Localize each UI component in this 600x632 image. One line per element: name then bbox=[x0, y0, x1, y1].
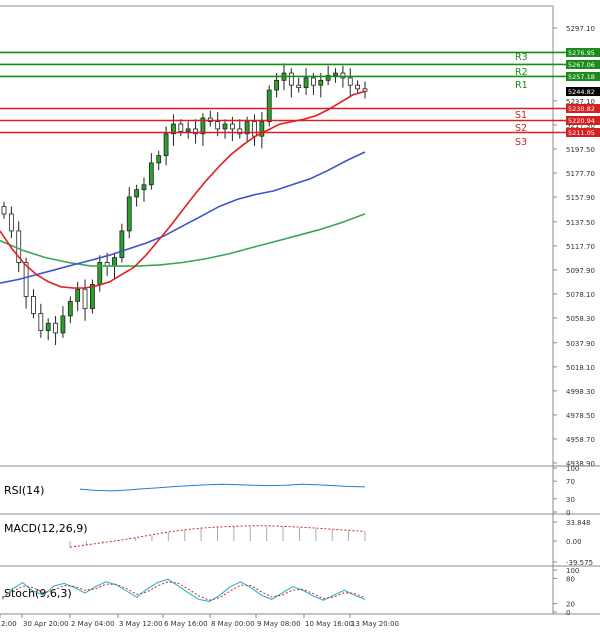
time-axis: 2:00 30 Apr 20:00 2 May 04:00 3 May 12:00 6 … bbox=[0, 614, 399, 628]
candle bbox=[296, 84, 302, 89]
candle bbox=[274, 79, 279, 91]
rsi-axis: 100 70 30 0 bbox=[553, 465, 579, 517]
indicator-tick-label: 0 bbox=[566, 509, 570, 517]
rsi-line bbox=[79, 483, 366, 492]
level-name-r3: R3 bbox=[515, 52, 528, 63]
level-name-r1: R1 bbox=[515, 80, 528, 91]
indicator-tick-label: 70 bbox=[566, 478, 575, 486]
time-tick-label: 13 May 20:00 bbox=[351, 620, 399, 628]
candle bbox=[266, 89, 272, 123]
time-tick-label: 2:00 bbox=[1, 620, 17, 628]
pivot-levels: 5276.95R35267.06R2 5257.18R15230.82S1 5220… bbox=[0, 47, 600, 148]
candle bbox=[60, 315, 66, 334]
price-tick-label: 5037.90 bbox=[566, 340, 595, 348]
stoch-label: Stoch(9,6,3) bbox=[4, 587, 72, 600]
candle bbox=[163, 133, 169, 157]
candle bbox=[355, 84, 361, 90]
ma-blue-line bbox=[0, 151, 366, 284]
macd-histogram bbox=[69, 526, 366, 548]
candle bbox=[333, 72, 338, 76]
price-tick-label: 5157.90 bbox=[566, 194, 595, 202]
stoch-axis: 10080 200 bbox=[553, 567, 579, 617]
candle bbox=[311, 77, 316, 86]
time-tick-label: 30 Apr 20:00 bbox=[23, 620, 69, 628]
candle bbox=[288, 72, 294, 86]
indicator-tick-label: 80 bbox=[566, 575, 575, 583]
candle bbox=[252, 121, 257, 137]
level-value-s2: 5220.94 bbox=[568, 117, 595, 125]
price-tick-label: 4978.50 bbox=[566, 412, 595, 420]
price-tick-label: 5097.90 bbox=[566, 267, 595, 275]
indicator-tick-label: 100 bbox=[566, 465, 579, 473]
chart-canvas: 5297.105276.955257.185237.105217.305197.… bbox=[0, 5, 600, 628]
candle bbox=[126, 196, 132, 232]
level-value-r2: 5267.06 bbox=[568, 61, 595, 69]
stoch-panel: Stoch(9,6,3) 10080 200 bbox=[0, 566, 600, 617]
current-price-marker: 5244.82 bbox=[566, 87, 600, 96]
candle bbox=[134, 189, 140, 198]
rsi-panel: RSI(14) 100 70 30 0 bbox=[0, 465, 600, 517]
price-tick-label: 5078.10 bbox=[566, 291, 595, 299]
candle bbox=[31, 296, 36, 314]
candle bbox=[112, 257, 117, 267]
indicator-tick-label: 0 bbox=[566, 609, 570, 617]
candle bbox=[141, 184, 147, 191]
candle bbox=[185, 128, 191, 132]
candle bbox=[229, 123, 235, 130]
level-value-s1: 5230.82 bbox=[568, 105, 595, 113]
candle bbox=[75, 288, 81, 302]
level-name-s1: S1 bbox=[515, 110, 527, 121]
time-tick-label: 3 May 12:00 bbox=[119, 620, 163, 628]
price-tick-label: 5297.10 bbox=[566, 25, 595, 33]
macd-axis: 33.848 0.00 -39.575 bbox=[553, 519, 593, 567]
candle bbox=[53, 322, 58, 334]
candle bbox=[318, 79, 324, 86]
candle bbox=[156, 155, 162, 164]
price-tick-label: 5177.70 bbox=[566, 170, 595, 178]
level-value-r1: 5257.18 bbox=[568, 73, 595, 81]
candle bbox=[215, 121, 221, 130]
candle bbox=[90, 283, 95, 310]
candle bbox=[67, 300, 73, 317]
level-value-r3: 5276.95 bbox=[568, 49, 595, 57]
candle bbox=[8, 213, 14, 232]
macd-panel: MACD(12,26,9) 33.848 0.00 -39.575 bbox=[0, 514, 600, 567]
price-tick-label: 5137.50 bbox=[566, 219, 595, 227]
candle bbox=[148, 162, 154, 186]
current-price-label: 5244.82 bbox=[568, 88, 595, 96]
time-tick-label: 6 May 16:00 bbox=[164, 620, 208, 628]
macd-label: MACD(12,26,9) bbox=[4, 522, 88, 535]
time-tick-label: 8 May 00:00 bbox=[211, 620, 255, 628]
indicator-tick-label: 100 bbox=[566, 567, 579, 575]
candle bbox=[119, 230, 125, 259]
candle bbox=[222, 123, 228, 130]
candle bbox=[38, 313, 44, 331]
time-tick-label: 10 May 16:00 bbox=[305, 620, 353, 628]
price-panel: 5297.105276.955257.185237.105217.305197.… bbox=[0, 5, 600, 468]
candle bbox=[303, 77, 309, 89]
indicator-tick-label: 33.848 bbox=[566, 519, 591, 527]
indicator-tick-label: 30 bbox=[566, 496, 575, 504]
price-tick-label: 5058.30 bbox=[566, 315, 595, 323]
price-tick-label: 5117.70 bbox=[566, 243, 595, 251]
candle bbox=[45, 322, 51, 331]
indicator-tick-label: 0.00 bbox=[566, 538, 582, 546]
candle bbox=[82, 288, 88, 310]
level-name-s3: S3 bbox=[515, 137, 527, 148]
price-tick-label: 5018.10 bbox=[566, 364, 595, 372]
candles bbox=[1, 63, 368, 346]
level-value-s3: 5211.05 bbox=[568, 129, 595, 137]
price-tick-label: 4958.70 bbox=[566, 436, 595, 444]
ma-green-line bbox=[0, 213, 366, 267]
candle bbox=[178, 123, 184, 132]
rsi-label: RSI(14) bbox=[4, 484, 44, 497]
indicator-tick-label: 20 bbox=[566, 601, 575, 609]
time-tick-label: 9 May 08:00 bbox=[257, 620, 301, 628]
time-tick-label: 2 May 04:00 bbox=[71, 620, 115, 628]
candle bbox=[347, 77, 353, 86]
price-tick-label: 4998.30 bbox=[566, 388, 595, 396]
candle bbox=[1, 206, 7, 215]
indicator-tick-label: -39.575 bbox=[566, 559, 593, 567]
price-tick-label: 5197.50 bbox=[566, 146, 595, 154]
